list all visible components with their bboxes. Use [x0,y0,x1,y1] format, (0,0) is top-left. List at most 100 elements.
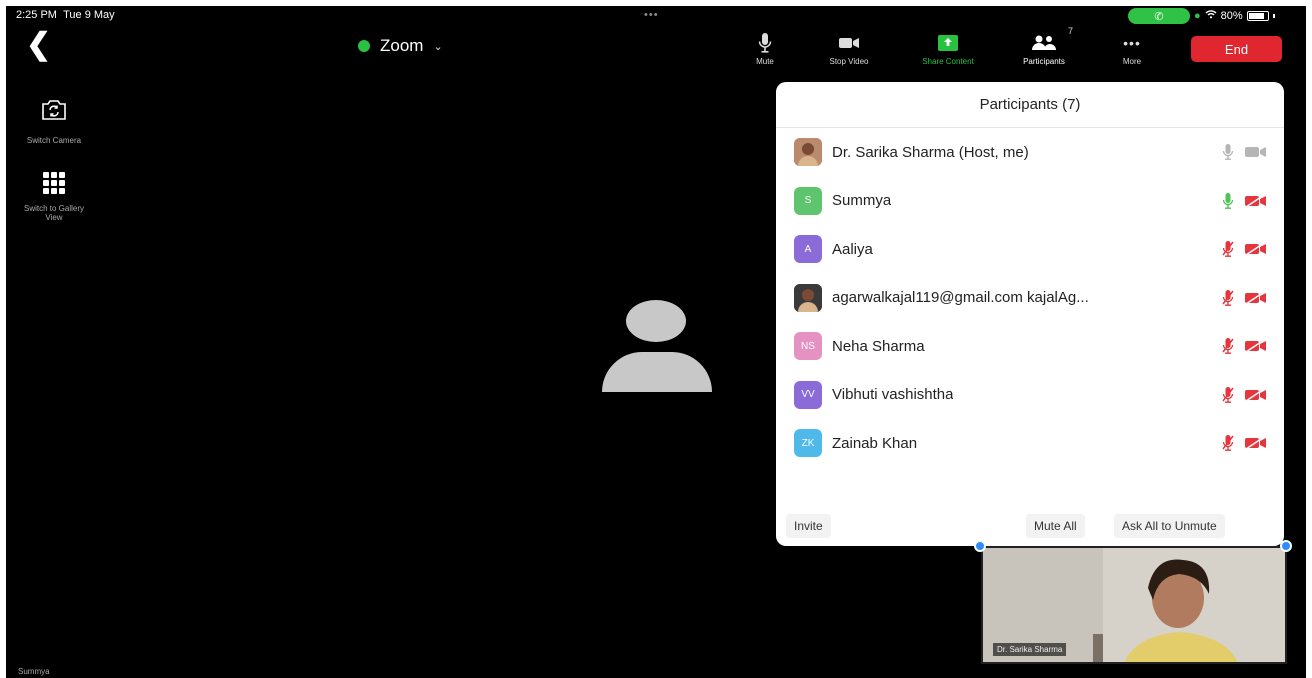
phone-icon: ✆ [1154,10,1164,23]
participant-initials: VV [801,389,815,401]
mic-muted-icon [1222,240,1234,258]
participants-button[interactable]: 7 Participants [1004,26,1084,66]
participant-name: Dr. Sarika Sharma (Host, me) [832,143,1029,161]
share-content-button[interactable]: Share Content [900,30,996,66]
video-off-icon [1244,194,1268,208]
wifi-icon [1205,9,1217,22]
microphone-icon [748,30,782,56]
battery-cap [1272,13,1275,18]
participants-count: 7 [1068,26,1074,36]
participant-initials: S [804,195,812,207]
mic-muted-icon [1222,434,1234,452]
participant-name: Summya [832,192,892,210]
chevron-down-icon: ⌄ [433,40,443,53]
microphone-icon [1222,192,1234,210]
share-content-label: Share Content [922,57,974,66]
panel-title: Participants (7) [776,82,1284,128]
mute-button[interactable]: Mute [748,30,782,66]
switch-gallery-view-label: Switch to Gallery View [23,204,85,222]
more-button[interactable]: ••• More [1112,30,1152,66]
participant-name: Zainab Khan [832,434,918,452]
video-off-icon [1244,339,1268,353]
participant-status-icons [1222,419,1268,468]
share-screen-icon [900,30,996,56]
mic-muted-icon [1222,337,1234,355]
participant-initials: ZK [801,437,815,449]
participant-row[interactable]: S Summya [776,177,1284,226]
mic-muted-icon [1222,386,1234,404]
more-dots-icon: ••• [1123,35,1141,51]
avatar-placeholder-head [626,300,686,342]
participant-initials: NS [801,340,815,352]
participant-name: Vibhuti vashishtha [832,386,954,404]
participant-name: Aaliya [832,240,873,258]
participant-avatar: NS [794,332,822,361]
grid-icon [43,172,65,194]
video-off-icon [1244,242,1268,256]
status-time: 2:25 PM Tue 9 May [16,9,115,21]
video-camera-icon [1244,145,1268,159]
status-indicators: ● 80% [1194,9,1275,22]
status-clock: 2:25 PM [16,9,57,21]
battery-percent: 80% [1220,9,1243,22]
meeting-title: Zoom [380,36,424,55]
participant-row[interactable]: Dr. Sarika Sharma (Host, me) [776,128,1284,177]
multitask-dots[interactable]: ••• [644,9,659,21]
zoom-meeting-screen: 2:25 PM Tue 9 May ••• ✆ ● 80% ❮ Zoom ⌄ M… [6,6,1306,678]
switch-camera-label: Switch Camera [26,136,82,145]
switch-camera-button[interactable]: Switch Camera [14,98,94,145]
participant-avatar: VV [794,380,822,409]
participant-status-icons [1222,128,1268,177]
invite-button[interactable]: Invite [786,514,831,538]
status-dot-icon: ● [1194,9,1201,22]
participant-row[interactable]: VV Vibhuti vashishtha [776,371,1284,420]
self-view-handle-left[interactable] [974,540,986,552]
participant-status-icons [1222,225,1268,274]
participants-panel: Participants (7) Dr. Sarika Sharma (Host… [776,82,1284,546]
participant-row[interactable]: A Aaliya [776,225,1284,274]
self-view-name: Dr. Sarika Sharma [993,643,1067,656]
meeting-info-button[interactable]: Zoom ⌄ [358,36,443,56]
mic-muted-icon [1222,289,1234,307]
stop-video-button[interactable]: Stop Video [814,30,884,66]
end-button[interactable]: End [1191,36,1282,62]
participant-avatar [794,283,822,312]
participant-list: Dr. Sarika Sharma (Host, me) S Summya A Aali… [776,128,1284,468]
participant-name: Neha Sharma [832,337,925,355]
self-view-handle-right[interactable] [1280,540,1292,552]
microphone-icon [1222,143,1234,161]
back-button[interactable]: ❮ [26,30,51,60]
participant-status-icons [1222,177,1268,226]
battery-icon [1246,10,1269,21]
panel-footer: Invite Mute All Ask All to Unmute [776,510,1284,546]
avatar-placeholder-body [602,352,712,392]
participant-status-icons [1222,371,1268,420]
switch-gallery-view-button[interactable]: Switch to Gallery View [20,172,88,222]
self-view-video[interactable]: Dr. Sarika Sharma [981,546,1287,664]
participant-avatar: S [794,186,822,215]
shield-icon [358,40,370,52]
ask-all-unmute-button[interactable]: Ask All to Unmute [1114,514,1225,538]
status-date: Tue 9 May [63,9,115,21]
video-off-icon [1244,388,1268,402]
switch-camera-icon [40,98,68,124]
ongoing-call-pill[interactable]: ✆ [1128,8,1190,24]
participant-name: agarwalkajal119@gmail.com kajalAg... [832,289,1089,307]
participant-avatar [794,138,822,167]
stop-video-label: Stop Video [829,57,869,66]
participant-row[interactable]: NS Neha Sharma [776,322,1284,371]
participant-row[interactable]: ZK Zainab Khan [776,419,1284,468]
participant-initials: A [804,243,812,255]
participants-label: Participants [1023,57,1065,66]
participant-status-icons [1222,274,1268,323]
more-label: More [1122,57,1142,66]
video-off-icon [1244,291,1268,305]
mute-all-button[interactable]: Mute All [1026,514,1085,538]
participant-avatar: ZK [794,429,822,458]
participant-status-icons [1222,322,1268,371]
active-speaker-name: Summya [18,667,50,676]
mute-label: Mute [756,57,774,66]
participants-icon: 7 [1004,26,1084,56]
participant-row[interactable]: agarwalkajal119@gmail.com kajalAg... [776,274,1284,323]
participant-avatar: A [794,235,822,264]
